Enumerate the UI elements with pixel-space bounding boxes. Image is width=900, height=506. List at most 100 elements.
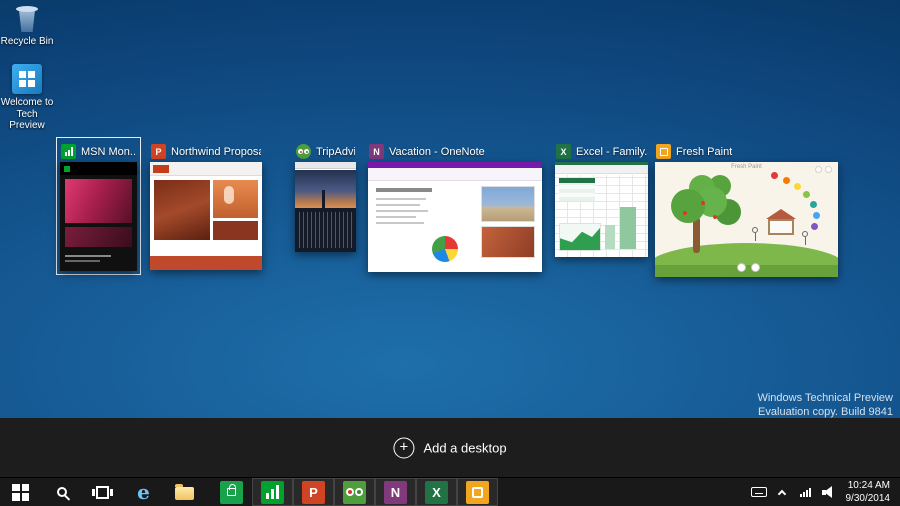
powerpoint-window-preview[interactable] (150, 162, 262, 270)
add-desktop-label: Add a desktop (423, 440, 507, 455)
task-view-window-onenote[interactable]: N Vacation - OneNote (368, 141, 542, 272)
windows-logo-icon (12, 64, 42, 94)
taskbar-item-fresh-paint[interactable] (457, 478, 498, 506)
volume-button[interactable] (817, 478, 840, 506)
taskbar-item-excel[interactable]: X (416, 478, 457, 506)
fresh-paint-icon (656, 144, 671, 159)
fresh-paint-glyph (472, 486, 483, 498)
preview-art (376, 216, 416, 218)
desktop-icon-recycle-bin[interactable]: Recycle Bin (0, 6, 54, 48)
preview-art (213, 221, 258, 240)
task-view-window-powerpoint[interactable]: P Northwind Proposa... (150, 141, 262, 270)
fresh-paint-app-title: Fresh Paint (731, 164, 762, 170)
touch-keyboard-button[interactable] (748, 478, 771, 506)
task-view-window-excel[interactable]: X Excel - Family... (555, 141, 648, 257)
powerpoint-icon: P (302, 480, 325, 504)
fresh-paint-glyph (659, 147, 668, 156)
window-title: Fresh Paint (676, 145, 733, 158)
search-button[interactable] (41, 478, 82, 506)
onenote-window-preview[interactable] (368, 162, 542, 272)
preview-art (783, 177, 790, 184)
show-hidden-icons-button[interactable] (771, 478, 794, 506)
preview-art (751, 263, 760, 272)
preview-art (376, 222, 424, 224)
preview-art (605, 225, 615, 249)
window-titlebar: Fresh Paint (655, 141, 838, 162)
preview-art (810, 201, 817, 208)
excel-window-preview[interactable] (555, 162, 648, 257)
recycle-bin-body (19, 10, 35, 32)
window-title: Excel - Family... (576, 145, 647, 158)
taskbar-item-onenote[interactable]: N (375, 478, 416, 506)
taskbar-item-internet-explorer[interactable]: e (123, 478, 164, 506)
excel-icon: X (425, 480, 448, 504)
preview-art (811, 223, 818, 230)
fresh-paint-window-preview[interactable]: Fresh Paint (655, 162, 838, 277)
onenote-icon: N (369, 144, 384, 159)
task-view-icon (92, 485, 113, 499)
preview-art (802, 231, 808, 245)
preview-art (376, 198, 426, 200)
window-title: Vacation - OneNote (389, 145, 485, 158)
preview-art (65, 227, 132, 247)
file-explorer-icon (175, 484, 194, 500)
window-titlebar: TripAdvisor... (295, 141, 356, 162)
taskbar: e P N X 10:24 AM 9/30/2014 (0, 478, 900, 506)
taskbar-item-msn-money[interactable] (252, 478, 293, 506)
tripadvisor-owl-glyph (298, 149, 309, 154)
msn-money-window-preview[interactable] (60, 162, 137, 271)
preview-art (481, 186, 535, 222)
window-titlebar: P Northwind Proposa... (150, 141, 262, 162)
preview-art (752, 227, 758, 241)
task-view-window-fresh-paint[interactable]: Fresh Paint Fresh Paint (655, 141, 838, 277)
preview-art (368, 168, 542, 181)
taskbar-item-powerpoint[interactable]: P (293, 478, 334, 506)
preview-art (150, 256, 262, 270)
preview-art (620, 207, 636, 249)
preview-art (295, 162, 356, 169)
preview-art (295, 170, 356, 208)
recycle-bin-icon (16, 6, 38, 33)
taskbar-item-store[interactable] (211, 478, 252, 506)
preview-art (153, 165, 169, 173)
desktop-icon-welcome-tech-preview[interactable]: Welcome to Tech Preview (0, 64, 54, 132)
preview-art (559, 183, 595, 201)
preview-art (65, 255, 112, 257)
watermark-line1: Windows Technical Preview (757, 392, 893, 404)
task-view-button[interactable] (82, 478, 123, 506)
store-icon (220, 480, 243, 504)
preview-art (713, 215, 717, 219)
add-desktop-button[interactable]: + Add a desktop (393, 437, 507, 458)
preview-art (559, 223, 601, 251)
taskbar-item-tripadvisor[interactable] (334, 478, 375, 506)
preview-art (60, 162, 137, 175)
preview-art (794, 183, 801, 190)
preview-art (701, 201, 705, 205)
taskbar-item-file-explorer[interactable] (164, 478, 205, 506)
preview-art (803, 191, 810, 198)
network-button[interactable] (794, 478, 817, 506)
clock-time: 10:24 AM (847, 480, 890, 491)
welcome-label: Welcome to Tech Preview (0, 97, 54, 131)
tripadvisor-window-preview[interactable] (295, 162, 356, 252)
system-tray: 10:24 AM 9/30/2014 (748, 478, 900, 506)
preview-art (376, 204, 420, 206)
preview-art (683, 211, 687, 215)
chevron-up-icon (777, 489, 787, 498)
preview-art (481, 226, 535, 258)
task-view-window-tripadvisor[interactable]: TripAdvisor... (295, 141, 356, 252)
task-view-window-msn-money[interactable]: MSN Mon... (56, 137, 141, 275)
preview-art (64, 166, 70, 172)
window-title: TripAdvisor... (316, 145, 355, 158)
preview-art (766, 209, 796, 219)
taskbar-clock[interactable]: 10:24 AM 9/30/2014 (840, 479, 900, 505)
tripadvisor-owl-glyph (346, 488, 363, 496)
powerpoint-icon: P (151, 144, 166, 159)
recycle-bin-label: Recycle Bin (0, 36, 54, 47)
task-view-bottom-bar: + Add a desktop (0, 418, 900, 478)
preview-art (224, 186, 234, 204)
search-icon (56, 487, 67, 497)
start-button[interactable] (0, 478, 41, 506)
preview-art (376, 210, 428, 212)
preview-art (376, 188, 432, 192)
